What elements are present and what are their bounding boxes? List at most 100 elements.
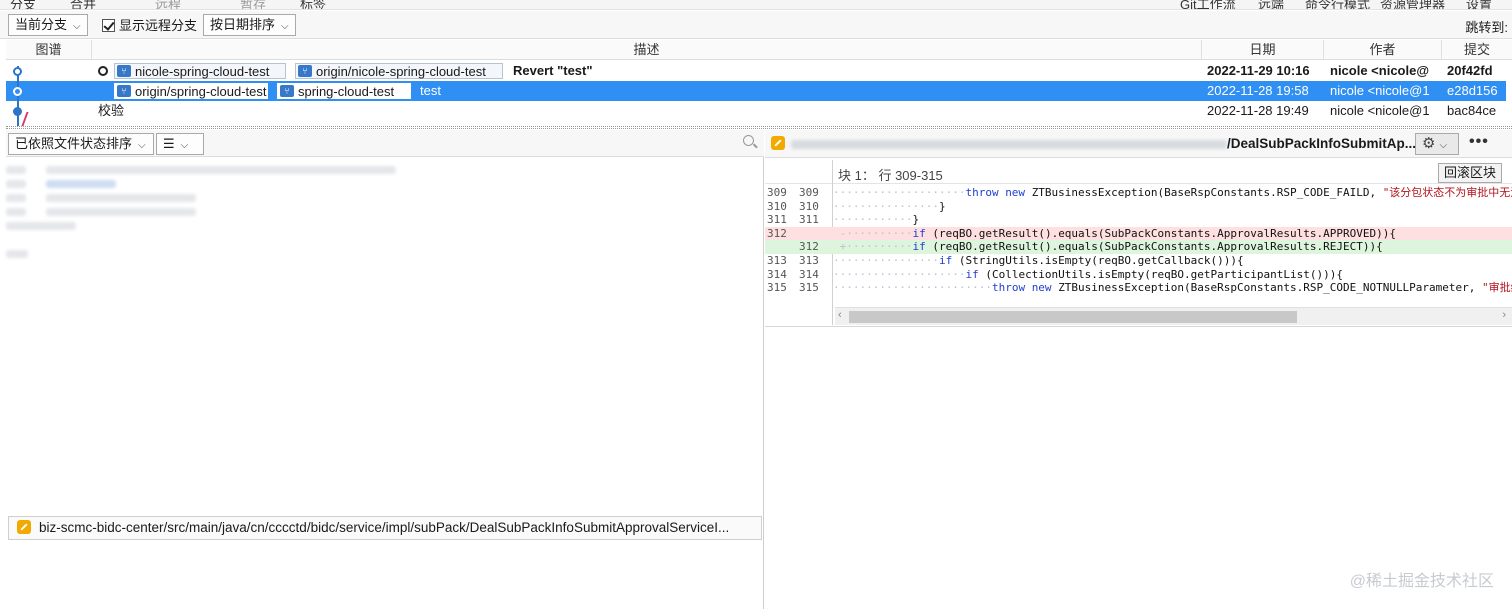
commit-hash: 20f42fd [1447,63,1493,78]
diff-panel: /DealSubPackInfoSubmitAp... ⚙ ⌵ ••• 块 1： … [765,130,1512,609]
commit-row[interactable]: ⑂ nicole-spring-cloud-test ⑂ origin/nicole… [6,61,1506,81]
menu-item[interactable]: 设置 [1466,0,1492,9]
graph-node [13,107,22,116]
diff-line: 312 +··········if (reqBO.getResult().equ… [765,240,1512,254]
more-options-icon[interactable]: ••• [1469,133,1489,151]
diff-line: 311 311 ············} [765,213,1512,227]
branch-badge[interactable]: ⑂ nicole-spring-cloud-test [114,63,286,79]
hunk-header: 块 1： 行 309-315 回滚区块 [765,160,1512,184]
branch-filter-label: 当前分支 [15,17,68,32]
old-line-number: 311 [767,213,787,227]
column-header-description[interactable]: 描述 [92,40,1202,60]
file-path-blurred [791,140,1227,149]
scroll-right-icon[interactable]: › [1502,309,1506,321]
column-header-date[interactable]: 日期 [1202,40,1324,60]
chevron-down-icon: ⌵ [73,21,81,32]
old-line-number: 314 [767,267,787,281]
code-text: ························throw new ZTBusi… [833,281,1512,295]
old-line-number: 313 [767,254,787,267]
column-header-graph[interactable]: 图谱 [6,40,92,60]
menu-item[interactable]: 分支 [10,0,36,9]
checkbox-checked-icon[interactable] [102,19,115,32]
old-line-number: 310 [767,199,787,213]
commit-author: nicole <nicole@ [1330,63,1430,78]
menu-item[interactable]: 资源管理器 [1380,0,1445,9]
branch-badge[interactable]: ⑂ origin/spring-cloud-test [114,83,268,99]
menu-item[interactable]: 合并 [70,0,96,9]
file-sort-dropdown[interactable]: 已依照文件状态排序 ⌵ [8,133,154,155]
pane-splitter[interactable] [6,126,1512,129]
modified-file-icon [771,136,785,150]
commit-row[interactable]: ⑂ origin/spring-cloud-test ⑂ spring-cloud-… [6,81,1506,101]
commit-date: 2022-11-28 19:58 [1207,83,1309,98]
chevron-down-icon: ⌵ [180,140,189,151]
branch-badge[interactable]: ⑂ origin/nicole-spring-cloud-test [295,63,503,79]
new-line-number: 315 [799,281,819,295]
search-icon[interactable] [743,135,754,146]
chevron-down-icon: ⌵ [281,21,289,32]
show-remote-label: 显示远程分支 [119,18,198,33]
files-toolbar: 已依照文件状态排序 ⌵ ☰ ⌵ [6,130,764,157]
panel-divider [765,326,1512,327]
diff-options-button[interactable]: ⚙ ⌵ [1415,133,1459,155]
diff-header: /DealSubPackInfoSubmitAp... ⚙ ⌵ ••• [765,130,1512,158]
code-text: ····················if (CollectionUtils.… [833,267,1343,281]
show-remote-branches-toggle[interactable]: 显示远程分支 [102,17,197,35]
view-mode-dropdown[interactable]: ☰ ⌵ [156,133,204,155]
menu-item[interactable]: 标签 [300,0,326,9]
branch-icon: ⑂ [117,65,131,77]
branch-filter-dropdown[interactable]: 当前分支 ⌵ [8,14,88,36]
code-text: ····················throw new ZTBusiness… [833,186,1512,199]
code-text: ················if (StringUtils.isEmpty(… [833,254,1244,267]
menu-bar: 分支 合并 远程 暂存 标签 Git工作流 远端 命令行模式 资源管理器 设置 [0,0,1512,10]
diff-line: 315 315 ························throw new … [765,281,1512,295]
commit-message: Revert "test" [513,63,593,78]
diff-line: 312 -··········if (reqBO.getResult().equ… [765,226,1512,241]
commit-message: test [420,83,441,98]
menu-item[interactable]: 远程 [155,0,181,9]
graph-node [13,87,22,96]
jump-to-label: 跳转到: [1465,20,1508,35]
menu-item[interactable]: 远端 [1258,0,1284,9]
new-line-number: 311 [799,213,819,227]
commit-row[interactable]: 校验 2022-11-28 19:49 nicole <nicole@1 bac… [6,101,1506,121]
old-line-number: 312 [767,226,787,240]
column-header-author[interactable]: 作者 [1324,40,1442,60]
commit-hash: bac84ce [1447,103,1497,118]
menu-item[interactable]: 暂存 [240,0,266,9]
chevron-down-icon: ⌵ [1439,140,1448,151]
menu-item[interactable]: Git工作流 [1180,0,1236,9]
branch-icon: ⑂ [280,85,294,97]
graph-node [13,67,22,76]
changed-file-item[interactable]: biz-scmc-bidc-center/src/main/java/cn/cc… [8,516,762,540]
horizontal-scrollbar[interactable]: ‹ › [835,307,1512,325]
scroll-left-icon[interactable]: ‹ [838,309,842,321]
commit-message: 校验 [98,103,125,118]
code-text: ················} [833,199,946,213]
column-header-commit[interactable]: 提交 [1442,40,1512,60]
old-line-number: 315 [767,281,787,295]
branch-badge[interactable]: ⑂ spring-cloud-test [277,83,411,99]
branch-icon: ⑂ [117,85,131,97]
file-sort-label: 已依照文件状态排序 [15,136,133,151]
sort-label: 按日期排序 [210,17,276,32]
commit-date: 2022-11-29 10:16 [1207,63,1310,78]
commit-hash: e28d156 [1447,83,1498,98]
new-line-number: 310 [799,199,819,213]
discard-hunk-button[interactable]: 回滚区块 [1437,163,1502,183]
menu-item[interactable]: 命令行模式 [1305,0,1370,9]
branch-icon: ⑂ [298,65,312,77]
diff-line: 310 310 ················} [765,200,1512,214]
scrollbar-thumb[interactable] [849,311,1297,323]
new-line-number: 312 [799,240,819,254]
watermark-text: @稀土掘金技术社区 [1349,573,1494,590]
new-line-number: 313 [799,254,819,267]
commit-author: nicole <nicole@1 [1330,83,1430,98]
chevron-down-icon: ⌵ [138,140,146,151]
code-text: ············} [833,213,920,227]
hunk-label: 块 1： 行 309-315 [838,168,943,183]
commit-author: nicole <nicole@1 [1330,103,1430,118]
sort-dropdown[interactable]: 按日期排序 ⌵ [203,14,296,36]
modified-file-icon [17,520,31,534]
new-line-number: 309 [799,186,819,199]
